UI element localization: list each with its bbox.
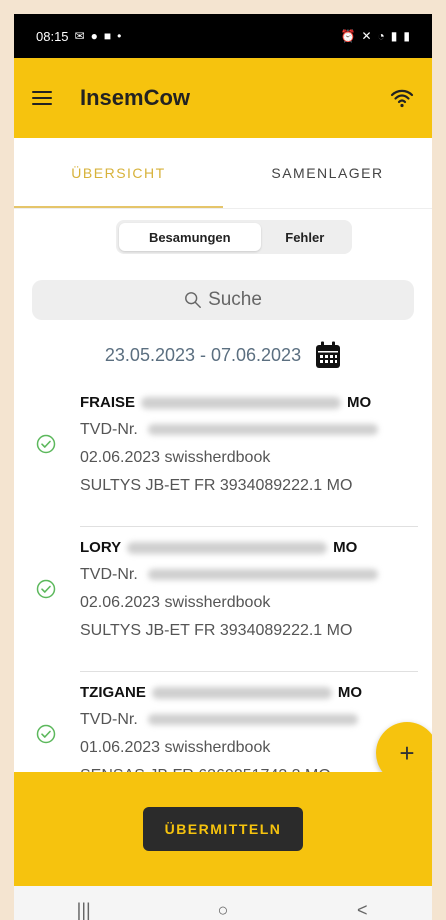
wifi-icon[interactable] <box>390 86 414 110</box>
phone-screen: 08:15 ✉ ● ■ • ⏰ ✕ ◔ ▮ ▮ InsemCow ÜBERSIC… <box>14 14 432 920</box>
date-line: 02.06.2023 swissherdbook <box>80 449 271 466</box>
search-placeholder: Suche <box>208 289 262 310</box>
search-icon <box>185 292 201 308</box>
status-bar-left: 08:15 ✉ ● ■ • <box>36 29 121 44</box>
tvd-label: TVD-Nr. <box>80 421 138 438</box>
cow-name: LORY <box>80 539 122 556</box>
alarm-icon: ⏰ <box>340 29 356 43</box>
list-item[interactable]: LORY MO TVD-Nr. 02.06.2023 swissherdbook… <box>14 527 432 672</box>
signal-icon: ▮ <box>390 29 398 43</box>
tabs-divider <box>14 208 432 209</box>
list-item[interactable]: FRAISE MO TVD-Nr. 02.06.2023 swissherdbo… <box>14 382 432 527</box>
wifi-status-icon: ◔ <box>377 29 385 43</box>
redacted-tvd <box>148 424 379 436</box>
app-title: InsemCow <box>80 85 191 110</box>
tab-bar: ÜBERSICHT SAMENLAGER <box>14 138 432 208</box>
insemination-list: FRAISE MO TVD-Nr. 02.06.2023 swissherdbo… <box>14 382 432 817</box>
breed-suffix: MO <box>347 394 372 411</box>
submit-button[interactable]: ÜBERMITTELN <box>142 807 304 851</box>
whatsapp-icon: ● <box>90 29 98 43</box>
redacted-id <box>127 542 328 554</box>
system-nav-bar: ||| ○ < <box>14 886 432 920</box>
recent-apps-icon[interactable]: ||| <box>54 900 114 920</box>
date-range-label: 23.05.2023 - 07.06.2023 <box>104 344 302 365</box>
redacted-id <box>151 687 332 699</box>
status-bar-right: ⏰ ✕ ◔ ▮ ▮ <box>341 29 410 43</box>
date-range: 23.05.2023 - 07.06.2023 <box>14 336 432 374</box>
check-circle-icon <box>36 579 56 599</box>
status-time: 08:15 <box>36 28 69 44</box>
status-bar: 08:15 ✉ ● ■ • ⏰ ✕ ◔ ▮ ▮ <box>14 14 432 58</box>
segment-besamungen[interactable]: Besamungen <box>119 223 261 251</box>
segment-fehler[interactable]: Fehler <box>261 223 349 251</box>
tvd-line: TVD-Nr. <box>80 706 432 734</box>
cow-name: FRAISE <box>80 394 136 411</box>
redacted-tvd <box>148 569 379 581</box>
check-circle-icon <box>36 724 56 744</box>
entry-name-line: LORY MO <box>80 535 432 561</box>
breed-suffix: MO <box>333 539 358 556</box>
tab-uebersicht[interactable]: ÜBERSICHT <box>14 138 223 208</box>
app-bar: InsemCow <box>14 58 432 138</box>
redacted-tvd <box>148 714 359 726</box>
dot-icon: • <box>117 29 122 43</box>
breed-suffix: MO <box>337 684 363 701</box>
tab-samenlager[interactable]: SAMENLAGER <box>223 138 432 208</box>
tvd-line: TVD-Nr. <box>80 416 432 444</box>
mail-icon: ✉ <box>74 29 85 43</box>
search-input[interactable]: Suche <box>32 280 414 320</box>
back-icon[interactable]: < <box>332 900 392 920</box>
submit-bar: ÜBERMITTELN <box>14 772 432 886</box>
tvd-label: TVD-Nr. <box>80 711 138 728</box>
tvd-line: TVD-Nr. <box>80 561 432 589</box>
home-icon[interactable]: ○ <box>193 900 253 920</box>
mute-icon: ✕ <box>361 29 372 43</box>
sire-line: SULTYS JB-ET FR 3934089222.1 MO <box>80 622 353 639</box>
tvd-label: TVD-Nr. <box>80 566 138 583</box>
segmented-control: Besamungen Fehler <box>116 220 352 254</box>
redacted-id <box>141 397 342 409</box>
check-circle-icon <box>36 434 56 454</box>
entry-name-line: TZIGANE MO <box>80 680 432 706</box>
cow-name: TZIGANE <box>80 684 146 701</box>
hamburger-menu-icon[interactable] <box>32 91 52 105</box>
calendar-icon[interactable] <box>315 341 341 369</box>
entry-name-line: FRAISE MO <box>80 390 432 416</box>
date-line: 02.06.2023 swissherdbook <box>80 594 271 611</box>
sire-line: SULTYS JB-ET FR 3934089222.1 MO <box>80 477 353 494</box>
battery-icon: ▮ <box>403 29 410 43</box>
image-icon: ■ <box>103 29 112 43</box>
